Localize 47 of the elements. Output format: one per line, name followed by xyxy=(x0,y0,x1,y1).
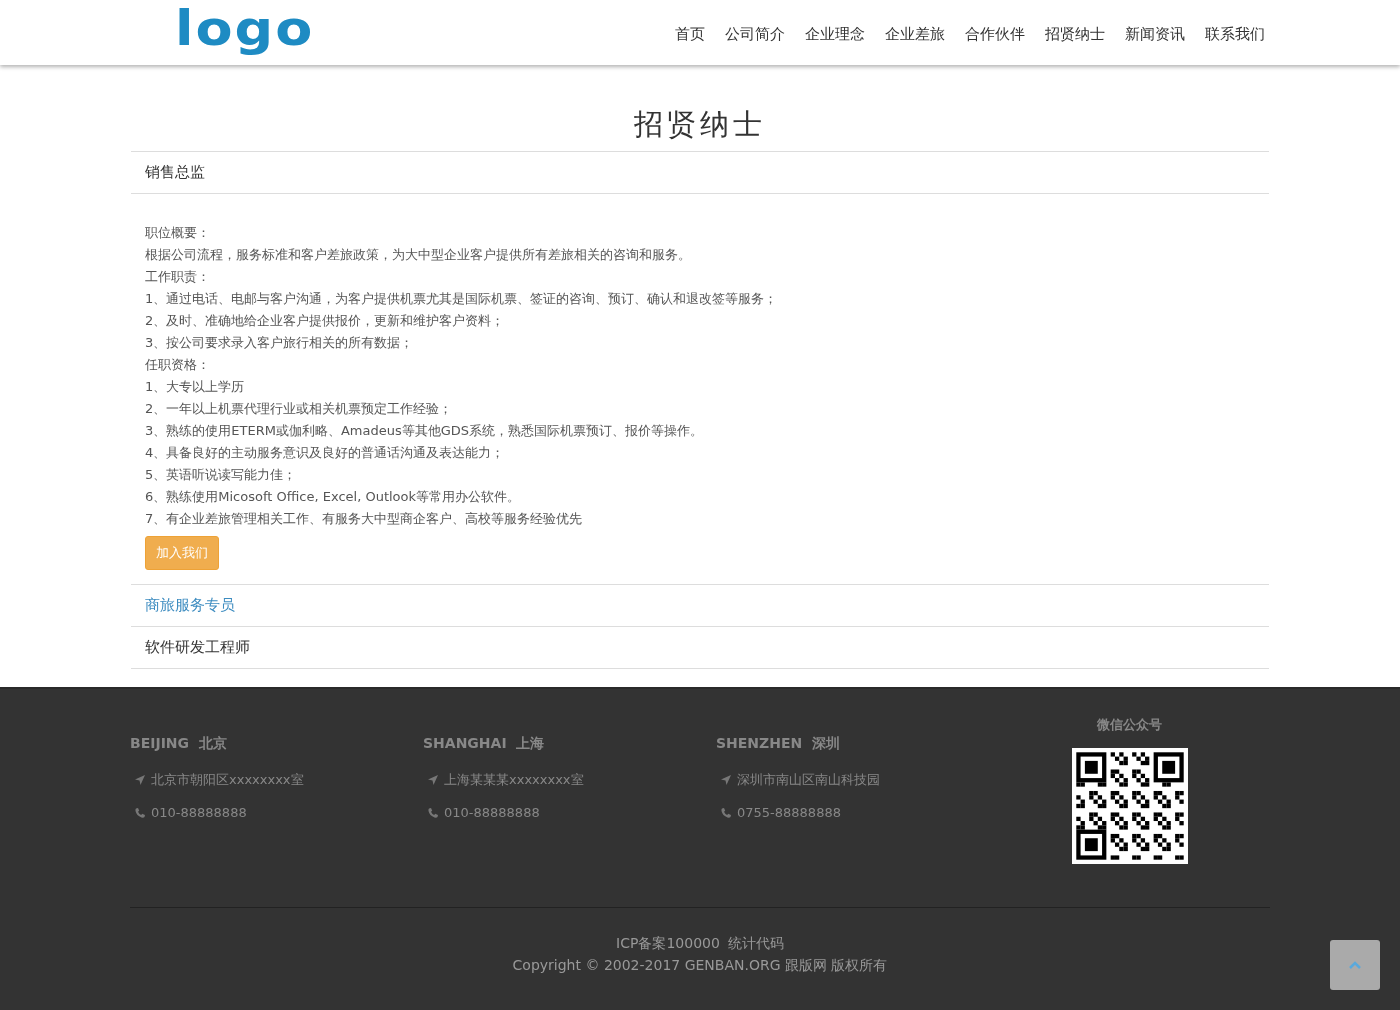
city-heading: BEIJING 北京 xyxy=(130,735,227,751)
job-description-line: 2、一年以上机票代理行业或相关机票预定工作经验； xyxy=(145,400,454,418)
nav-link[interactable]: 招贤纳士 xyxy=(1045,25,1105,44)
job-description-line: 6、熟练使用Micosoft Office, Excel, Outlook等常用办公软件。 xyxy=(145,488,522,506)
stats-link[interactable]: 统计代码 xyxy=(727,935,784,951)
job-description-line: 根据公司流程，服务标准和客户差旅政策，为大中型企业客户提供所有差旅相关的咨询和服务。 xyxy=(145,246,692,264)
location-arrow-icon xyxy=(427,774,439,786)
icp-number: ICP备案100000 xyxy=(616,935,720,951)
copyright-text: Copyright © 2002-2017 GENBAN.ORG 跟版网 版权所有 xyxy=(512,957,888,973)
nav-link[interactable]: 合作伙伴 xyxy=(965,25,1025,44)
office-address: 深圳市南山区南山科技园 xyxy=(737,771,880,789)
job-description-line: 3、熟练的使用ETERM或伽利略、Amadeus等其他GDS系统，熟悉国际机票预订、报价等操作。 xyxy=(145,422,704,440)
job-description-line: 任职资格： xyxy=(145,356,211,374)
nav-link[interactable]: 联系我们 xyxy=(1205,25,1265,44)
job-accordion-header[interactable]: 销售总监 xyxy=(131,152,1269,194)
nav-link[interactable]: 新闻资讯 xyxy=(1125,25,1185,44)
job-description-line: 2、及时、准确地给企业客户提供报价，更新和维护客户资料； xyxy=(145,312,506,330)
job-description-line: 1、通过电话、电邮与客户沟通，为客户提供机票尤其是国际机票、签证的咨询、预订、确认和退改签等服务； xyxy=(145,290,779,308)
chevron-up-icon xyxy=(1348,960,1362,970)
city-heading: SHANGHAI 上海 xyxy=(423,735,545,751)
job-accordion-header[interactable]: 商旅服务专员 xyxy=(131,585,1269,627)
office-phone: 010-88888888 xyxy=(444,805,540,820)
nav-link[interactable]: 企业差旅 xyxy=(885,25,945,44)
job-description-line: 4、具备良好的主动服务意识及良好的普通话沟通及表达能力； xyxy=(145,444,506,462)
location-arrow-icon xyxy=(720,774,732,786)
office-phone: 010-88888888 xyxy=(151,805,247,820)
office-phone: 0755-88888888 xyxy=(737,805,841,820)
nav-link[interactable]: 企业理念 xyxy=(805,25,865,44)
nav-link[interactable]: 公司简介 xyxy=(725,25,785,44)
office-address: 北京市朝阳区xxxxxxxx室 xyxy=(151,771,304,789)
wechat-label: 微信公众号 xyxy=(1097,716,1162,734)
job-accordion-header[interactable]: 软件研发工程师 xyxy=(131,627,1269,669)
city-heading: SHENZHEN 深圳 xyxy=(716,735,840,751)
job-description-line: 3、按公司要求录入客户旅行相关的所有数据； xyxy=(145,334,415,352)
nav-link[interactable]: 首页 xyxy=(675,25,705,44)
phone-icon xyxy=(427,806,439,819)
office-address: 上海某某某xxxxxxxx室 xyxy=(444,771,584,789)
back-to-top-button[interactable] xyxy=(1330,940,1380,990)
job-description-line: 职位概要： xyxy=(145,224,211,242)
location-arrow-icon xyxy=(134,774,146,786)
phone-icon xyxy=(720,806,732,819)
job-description-line: 5、英语听说读写能力佳； xyxy=(145,466,298,484)
page-title: 招贤纳士 xyxy=(131,105,1269,152)
phone-icon xyxy=(134,806,146,819)
job-description-line: 7、有企业差旅管理相关工作、有服务大中型商企客户、高校等服务经验优先 xyxy=(145,510,584,528)
job-description-line: 1、大专以上学历 xyxy=(145,378,246,396)
job-description-line: 工作职责： xyxy=(145,268,211,286)
